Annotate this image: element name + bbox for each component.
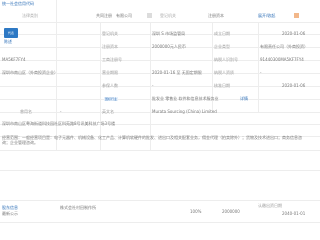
industry-tag: 国标行业 (104, 97, 119, 101)
grid-line (258, 22, 259, 112)
shareholder-pct: 100% (190, 209, 202, 214)
founded-date: 2020-01-06 (282, 31, 306, 36)
company-type-label: 企业类型 (214, 44, 230, 49)
grid-line (0, 200, 320, 201)
english-name: Murata Sourcing (China) Limited (152, 109, 217, 114)
grid-line (150, 22, 151, 150)
rep-badge: 代表 (4, 28, 18, 38)
taxpayer-qual-label: 纳税人资质 (214, 70, 234, 75)
approval-label: 核准日期 (214, 83, 230, 88)
insured-label: 参保人数 (102, 83, 118, 88)
chevron-down-icon[interactable] (147, 13, 152, 18)
address-short: 深圳市南山区（外商投资企业） (2, 70, 58, 75)
fold-toggle[interactable]: 展开/收起 (258, 14, 275, 18)
company-tag[interactable]: 统一社会信用代码 (2, 2, 34, 6)
grid-line (0, 150, 320, 151)
english-name-label: 英文名 (102, 109, 114, 114)
reg-no-label: 登记机关 (102, 31, 118, 36)
shareholder-amount: 2000000 (222, 209, 240, 214)
registered-address: 深圳市南山区粤海街道科技园社区科苑路8号讯美科技广场3号楼 (2, 121, 116, 126)
term-value: 2020-01-16 至 无固定期限 (152, 70, 202, 75)
company-type: 有限责任公司（外商投资） (260, 44, 308, 49)
grid-line (56, 0, 57, 150)
capital-value: 2000000元人民币 (152, 44, 186, 49)
grid-line (100, 22, 101, 150)
shareholder-name[interactable]: 株式会社村田制作所 (60, 206, 96, 210)
shareholder-date-label: 认缴出资日期 (258, 203, 282, 208)
taxpayer-qual: - (260, 70, 262, 75)
former-name-value: - (60, 109, 62, 114)
shareholder-section-title: 股东信息 (2, 205, 18, 210)
value-mid: 有限公司 (116, 13, 132, 18)
grid-line (0, 22, 320, 23)
industry-value: 批发业 零售业 软件和信息技术服务业 (152, 96, 219, 101)
term-label: 营业期限 (102, 70, 118, 75)
fold-icon[interactable] (294, 13, 299, 18)
shareholder-date: 2040-01-01 (282, 211, 306, 216)
grid-line (0, 222, 320, 223)
reg-authority: 深圳 S 市场监管局 (152, 31, 186, 36)
row-label-right: 注册资本 (208, 13, 224, 18)
approval-date: 2020-01-06 (282, 83, 306, 88)
reg-number-label: 工商注册号 (102, 57, 122, 62)
taxpayer-id: 91440300MA5KF7FY4 (260, 57, 304, 62)
grid-line (0, 170, 320, 171)
label-right: 登记机关 (160, 13, 176, 18)
shareholder-sub: 最新公示 (2, 211, 18, 216)
business-scope: 经营范围：一般经营项目是：电子元器件、机械设备、化工产品、计算机软硬件的批发、进… (2, 135, 302, 145)
label-left: 法律类别 (22, 13, 38, 18)
grid-line (0, 86, 320, 87)
taxpayer-id-label: 纳税人识别号 (214, 57, 238, 62)
founded-label: 成立日期 (214, 31, 230, 36)
value-left: 共同注册 (96, 13, 112, 18)
former-name-label: 曾用名 (20, 109, 32, 114)
credit-code-short: MA5KF7FY4 (2, 57, 26, 62)
capital-label: 注册资本 (102, 44, 118, 49)
legal-rep-link[interactable]: 陈述 (4, 40, 12, 44)
insured-value: - (152, 83, 154, 88)
industry-detail-link[interactable]: 详情 (240, 97, 248, 101)
